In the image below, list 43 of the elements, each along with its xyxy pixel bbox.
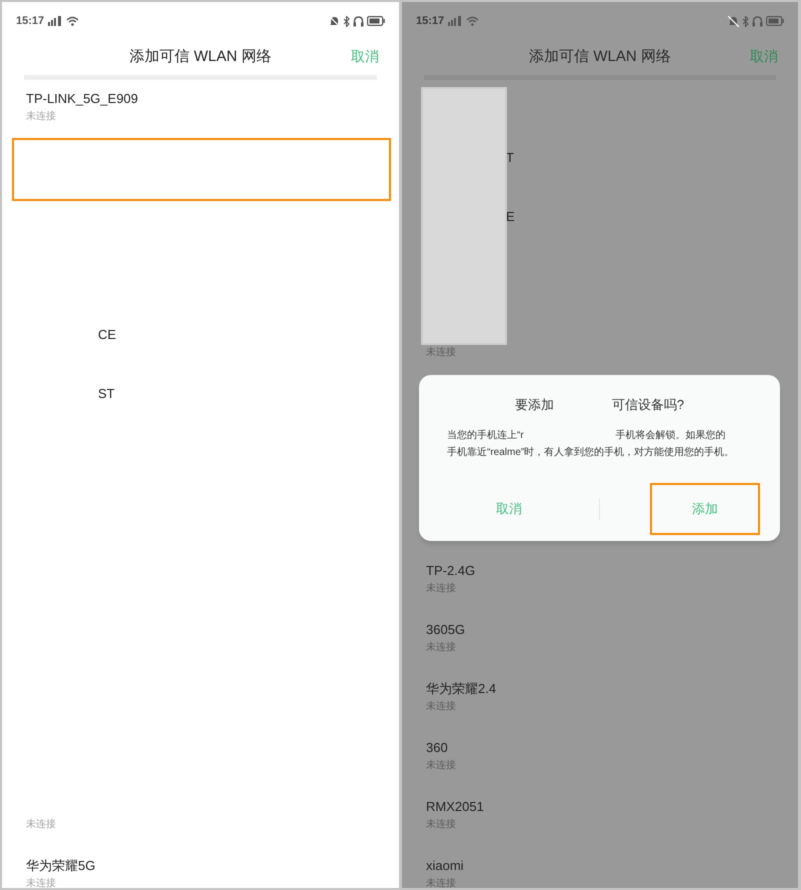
- network-name[interactable]: 3605G: [426, 621, 798, 639]
- battery-icon: [766, 16, 784, 26]
- bluetooth-icon: [343, 16, 350, 26]
- dialog-message: 手机靠近“realme”时，有人拿到您的手机，对方能使用您的手机。: [447, 446, 736, 460]
- headphones-icon: [353, 16, 364, 26]
- network-name-fragment: E: [506, 208, 516, 226]
- connection-status: 未连接: [426, 346, 457, 360]
- network-name-fragment: ST: [98, 385, 116, 403]
- muted-bell-icon: [728, 16, 739, 26]
- connection-status: 未连接: [26, 818, 57, 832]
- network-name[interactable]: TP-LINK_5G_E909: [26, 90, 399, 108]
- network-name[interactable]: TP-2.4G: [426, 562, 798, 580]
- muted-bell-icon: [329, 16, 340, 26]
- connection-status: 未连接: [26, 877, 57, 888]
- status-time: 15:17: [416, 14, 444, 29]
- connection-status: 未连接: [26, 110, 57, 124]
- network-name-fragment: CE: [98, 326, 118, 344]
- network-name[interactable]: 华为荣耀2.4: [426, 680, 798, 698]
- battery-icon: [367, 16, 385, 26]
- connection-status: 未连接: [426, 700, 457, 714]
- page-title: 添加可信 WLAN 网络: [529, 46, 671, 67]
- bluetooth-icon: [742, 16, 749, 26]
- connection-status: 未连接: [426, 877, 457, 888]
- connection-status: 未连接: [426, 759, 457, 773]
- network-name-fragment: T: [506, 149, 515, 167]
- dialog-title: 要添加: [514, 396, 554, 414]
- signal-icon: [448, 16, 462, 26]
- page-title: 添加可信 WLAN 网络: [130, 46, 272, 67]
- dialog-message: 当您的手机连上“r: [447, 428, 524, 442]
- network-name[interactable]: RMX2051: [426, 798, 798, 816]
- network-name[interactable]: xiaomi: [426, 857, 798, 875]
- wifi-icon: [66, 16, 80, 26]
- connection-status: 未连接: [426, 582, 457, 596]
- signal-icon: [48, 16, 62, 26]
- dialog-message: 手机将会解锁。如果您的: [616, 428, 726, 442]
- wifi-icon: [466, 16, 480, 26]
- connection-status: 未连接: [426, 818, 457, 832]
- network-name[interactable]: 360: [426, 739, 798, 757]
- connection-status: 未连接: [426, 641, 457, 655]
- headphones-icon: [752, 16, 763, 26]
- status-time: 15:17: [16, 14, 44, 29]
- network-name[interactable]: 华为荣耀5G: [26, 857, 399, 875]
- dialog-title: 可信设备吗?: [612, 396, 684, 414]
